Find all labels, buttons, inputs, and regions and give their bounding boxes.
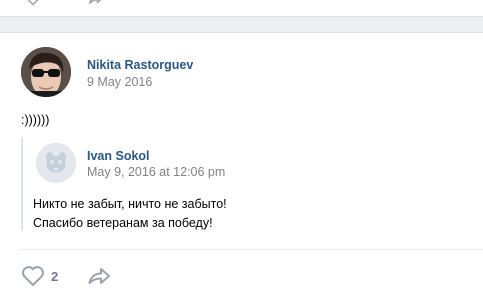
- previous-post-footer: [0, 0, 483, 17]
- heart-icon[interactable]: [23, 0, 43, 6]
- post-divider: [21, 249, 483, 250]
- heart-icon: [22, 266, 44, 286]
- author-avatar[interactable]: [21, 47, 71, 97]
- repost-text-line: Спасибо ветеранам за победу!: [33, 216, 213, 230]
- like-button[interactable]: 2: [21, 263, 65, 289]
- repost-text: Никто не забыт, ничто не забыто! Спасибо…: [33, 195, 227, 233]
- repost-author-avatar[interactable]: [36, 143, 76, 183]
- author-photo: [21, 47, 71, 97]
- wall-post: Nikita Rastorguev 9 May 2016 :)))))) Iva…: [0, 32, 483, 299]
- share-arrow-icon[interactable]: [86, 0, 106, 6]
- share-button[interactable]: [87, 263, 113, 289]
- default-dog-avatar-icon: [36, 143, 76, 183]
- post-date[interactable]: 9 May 2016: [87, 75, 152, 89]
- author-name-link[interactable]: Nikita Rastorguev: [87, 58, 193, 72]
- like-count: 2: [51, 269, 59, 284]
- repost-author-name-link[interactable]: Ivan Sokol: [87, 149, 150, 163]
- post-text: :)))))): [21, 113, 50, 127]
- repost-block: Ivan Sokol May 9, 2016 at 12:06 pm Никто…: [21, 137, 461, 231]
- share-arrow-icon: [88, 268, 110, 284]
- repost-date[interactable]: May 9, 2016 at 12:06 pm: [87, 165, 225, 179]
- repost-text-line: Никто не забыт, ничто не забыто!: [33, 197, 227, 211]
- post-actions: 2: [21, 263, 221, 289]
